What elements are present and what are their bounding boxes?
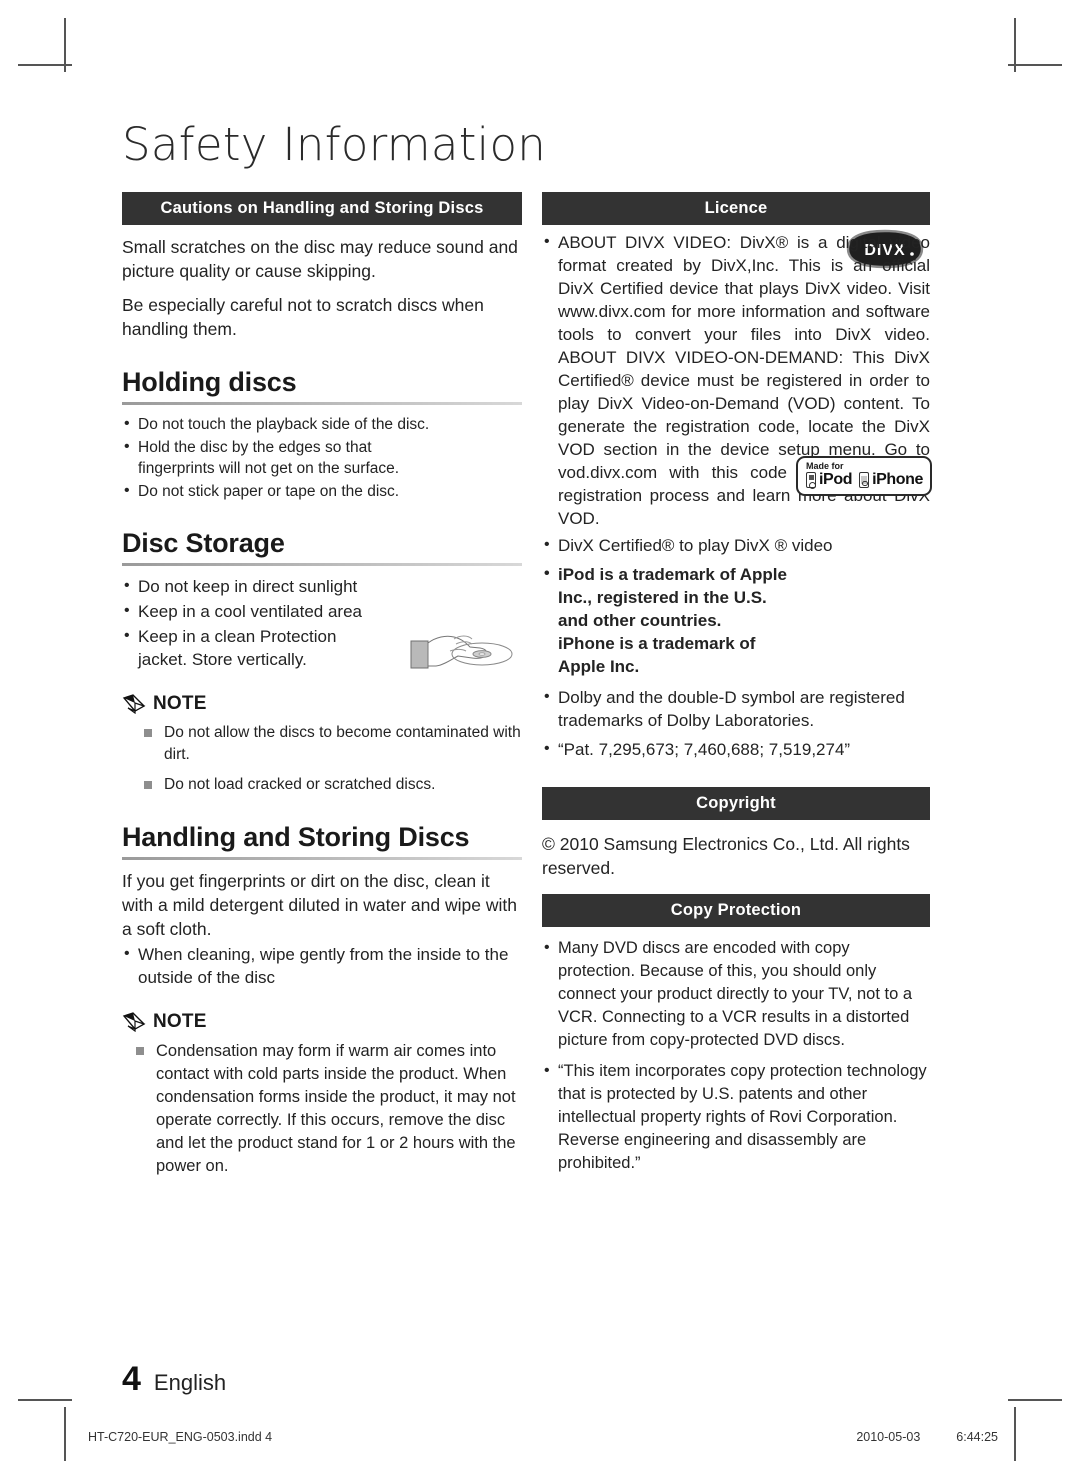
print-date: 2010-05-03: [856, 1430, 921, 1444]
list-item: “This item incorporates copy protection …: [542, 1059, 930, 1175]
subheading-handling-and-storing-discs: Handling and Storing Discs: [122, 821, 470, 852]
list-item: Keep in a clean Protection jacket. Store…: [122, 624, 388, 671]
section-bar-cautions: Cautions on Handling and Storing Discs: [122, 192, 522, 225]
handling-paragraph: If you get fingerprints or dirt on the d…: [122, 870, 517, 939]
list-item: Condensation may form if warm air comes …: [136, 1040, 522, 1178]
page-footer: 4 English: [122, 1360, 226, 1399]
copyright-text: © 2010 Samsung Electronics Co., Ltd. All…: [542, 834, 910, 878]
iphone-device-icon: [859, 472, 870, 488]
heading-rule: [122, 563, 522, 566]
right-column: Licence DIVX ABOUT DIVX VIDEO: DivX® is …: [542, 192, 932, 1175]
heading-rule: [122, 856, 522, 860]
iphone-label: iPhone: [872, 471, 924, 488]
made-for-label: Made for: [806, 461, 844, 471]
pencil-icon: [122, 1011, 146, 1032]
badge-row: iPod iPhone: [806, 471, 923, 489]
section-bar-copy-protection: Copy Protection: [542, 894, 930, 927]
intro-paragraph-2: Be especially careful not to scratch dis…: [122, 295, 484, 339]
list-item: DivX Certified® to play DivX ® video: [542, 533, 930, 557]
list-item: Do not keep in direct sunlight: [122, 574, 522, 598]
holding-discs-bullets: Do not touch the playback side of the di…: [122, 413, 522, 502]
page-title: Safety Information: [122, 118, 547, 171]
left-column: Cautions on Handling and Storing Discs S…: [122, 192, 522, 1187]
copy-protection-bullets: Many DVD discs are encoded with copy pro…: [542, 936, 930, 1175]
ipod-device-icon: [806, 472, 816, 489]
subheading-disc-storage: Disc Storage: [122, 528, 285, 558]
made-for-ipod-iphone-badge: Made for iPod iPhone: [796, 456, 932, 496]
print-footer: HT-C720-EUR_ENG-0503.indd 4 2010-05-03 6…: [88, 1430, 998, 1444]
list-item: When cleaning, wipe gently from the insi…: [122, 942, 522, 989]
heading-rule: [122, 402, 522, 405]
iphone-trademark-text: iPhone is a trademark of Apple Inc.: [558, 634, 756, 676]
list-item: Keep in a cool ventilated area: [122, 599, 522, 623]
page-language: English: [153, 1370, 227, 1395]
print-filename: HT-C720-EUR_ENG-0503.indd 4: [88, 1430, 273, 1444]
note-two-items: Condensation may form if warm air comes …: [122, 1040, 522, 1178]
section-bar-licence: Licence: [542, 192, 930, 225]
list-item: Do not load cracked or scratched discs.: [144, 774, 522, 796]
subheading-holding-discs: Holding discs: [122, 367, 297, 397]
list-item: Do not allow the discs to become contami…: [144, 722, 522, 765]
list-item: Do not touch the playback side of the di…: [122, 413, 522, 435]
list-item: Many DVD discs are encoded with copy pro…: [542, 936, 930, 1052]
list-item: Do not stick paper or tape on the disc.: [122, 480, 522, 502]
print-time: 6:44:25: [956, 1430, 998, 1444]
ipod-label: iPod: [819, 471, 853, 488]
print-timestamp: 2010-05-03 6:44:25: [856, 1430, 998, 1444]
note-one-items: Do not allow the discs to become contami…: [122, 722, 522, 796]
note-heading: NOTE: [122, 693, 522, 715]
licence-bullets: ABOUT DIVX VIDEO: DivX® is a digital vid…: [542, 230, 930, 761]
apple-trademark-text: iPod is a trademark of Apple Inc., regis…: [558, 565, 787, 630]
list-item: Hold the disc by the edges so that finge…: [122, 436, 408, 479]
list-item: Dolby and the double-D symbol are regist…: [542, 685, 930, 732]
intro-paragraph-1: Small scratches on the disc may reduce s…: [122, 237, 518, 281]
page-number: 4: [122, 1360, 141, 1398]
list-item: “Pat. 7,295,673; 7,460,688; 7,519,274”: [542, 737, 930, 761]
handling-bullets: When cleaning, wipe gently from the insi…: [122, 942, 522, 989]
note-label: NOTE: [153, 693, 207, 714]
list-item: iPod is a trademark of Apple Inc., regis…: [542, 562, 790, 678]
section-bar-copyright: Copyright: [542, 787, 930, 820]
note-heading: NOTE: [122, 1011, 522, 1033]
hand-holding-disc-illustration: [410, 635, 513, 669]
holding-discs-block: Do not touch the playback side of the di…: [122, 413, 522, 669]
note-label: NOTE: [153, 1010, 207, 1032]
pencil-icon: [122, 694, 146, 714]
manual-page: Safety Information Cautions on Handling …: [0, 0, 1080, 1479]
